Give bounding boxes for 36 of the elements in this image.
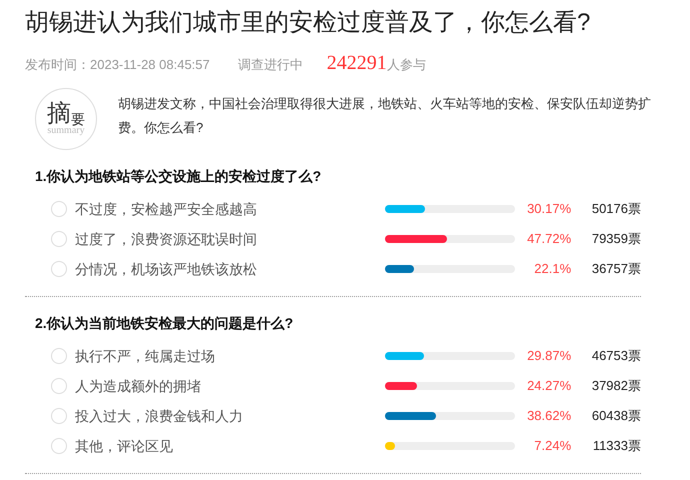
radio-button[interactable] (51, 348, 67, 364)
vote-count: 60438票 (590, 407, 641, 426)
participant-count: 242291人参与 (326, 51, 426, 76)
vote-count: 50176票 (590, 200, 641, 218)
option-label: 不过度，安检越严安全感越高 (75, 200, 258, 218)
radio-button[interactable] (51, 201, 67, 217)
radio-button[interactable] (51, 231, 67, 247)
percentage: 30.17% (526, 200, 572, 218)
option-label: 投入过大，浪费金钱和人力 (75, 406, 244, 426)
page-title: 胡锡进认为我们城市里的安检过度普及了，你怎么看? (25, 8, 592, 38)
percentage: 24.27% (526, 377, 572, 396)
vote-count: 37982票 (590, 377, 641, 396)
survey-status: 调查进行中 (238, 56, 303, 74)
vote-count: 36757票 (590, 260, 641, 278)
vote-count: 46753票 (590, 347, 641, 366)
vote-count: 11333票 (592, 437, 641, 456)
percentage: 47.72% (526, 230, 572, 248)
radio-button[interactable] (51, 261, 67, 277)
option-label: 其他，评论区见 (75, 436, 174, 456)
percentage: 38.62% (526, 407, 572, 426)
percentage: 29.87% (526, 347, 572, 366)
radio-button[interactable] (51, 438, 67, 454)
summary-text: 胡锡进发文称，中国社会治理取得很大进展，地铁站、火车站等地的安检、保安队伍却逆势扩 费。你怎么看? (118, 95, 651, 137)
question-title: 1.你认为地铁站等公交设施上的安检过度了么? (35, 167, 322, 186)
option-label: 人为造成额外的拥堵 (75, 376, 202, 396)
percentage: 7.24% (533, 437, 572, 456)
summary-badge: 摘要 summary (35, 88, 97, 150)
option-label: 分情况，机场该严地铁该放松 (75, 260, 258, 278)
question-title: 2.你认为当前地铁安检最大的问题是什么? (35, 314, 294, 333)
option-label: 执行不严，纯属走过场 (75, 346, 216, 366)
percentage: 22.1% (533, 260, 572, 278)
publish-time: 发布时间：2023-11-28 08:45:57 (25, 56, 210, 74)
option-label: 过度了，浪费资源还耽误时间 (75, 230, 258, 248)
radio-button[interactable] (51, 408, 67, 424)
radio-button[interactable] (51, 378, 67, 394)
vote-count: 79359票 (590, 230, 641, 248)
